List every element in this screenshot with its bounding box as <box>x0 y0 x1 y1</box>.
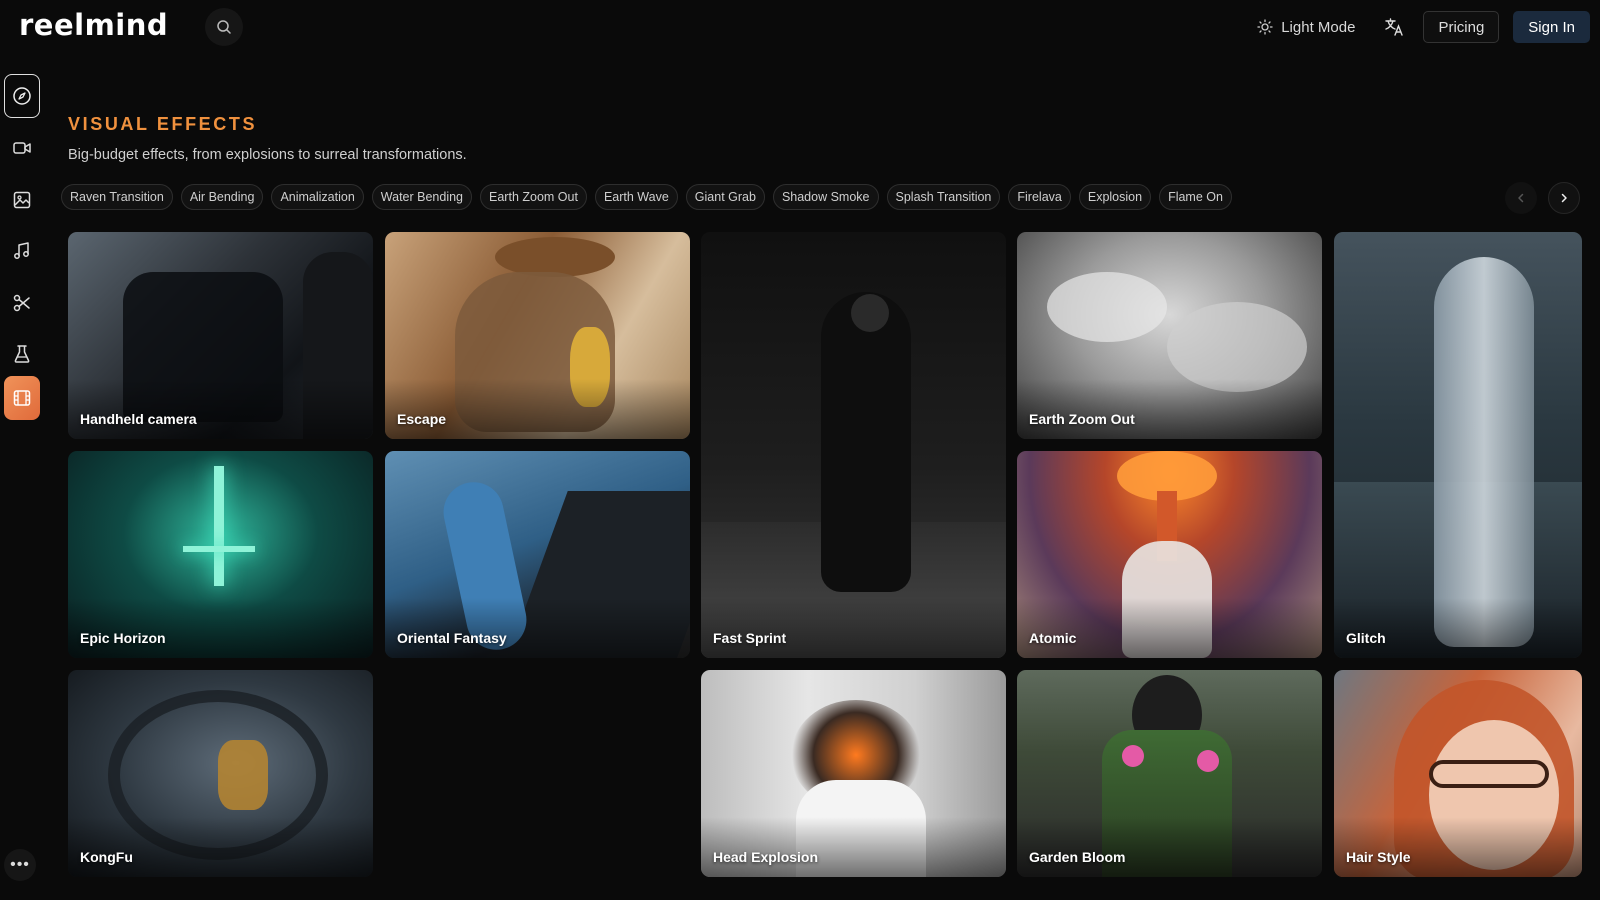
language-button[interactable] <box>1379 12 1409 42</box>
card-label: Head Explosion <box>713 849 819 865</box>
flask-icon <box>14 345 30 363</box>
search-icon <box>217 20 231 34</box>
header-actions: Light Mode Pricing Sign In <box>1247 11 1590 43</box>
top-header: reelmind Light Mode Pricing Sign In <box>0 0 1600 56</box>
sidebar-item-explore[interactable] <box>4 74 40 118</box>
section-title: VISUAL EFFECTS <box>68 114 258 134</box>
sidebar-item-music[interactable] <box>4 229 40 273</box>
card-shade <box>68 817 373 877</box>
effect-filter-chips: Raven Transition Air Bending Animalizati… <box>61 184 1232 210</box>
card-thumbnail <box>1434 257 1534 647</box>
card-label: Earth Zoom Out <box>1029 411 1135 427</box>
effect-card-garden-bloom[interactable]: Garden Bloom <box>1017 670 1322 877</box>
card-label: Handheld camera <box>80 411 197 427</box>
card-label: Atomic <box>1029 630 1077 646</box>
effect-card-atomic[interactable]: Atomic <box>1017 451 1322 658</box>
sun-icon <box>1257 19 1273 35</box>
film-effects-icon <box>13 390 31 406</box>
card-thumbnail <box>1429 760 1549 788</box>
section-subtitle: Big-budget effects, from explosions to s… <box>68 147 467 163</box>
more-button[interactable]: ••• <box>4 849 36 881</box>
effect-card-fast-sprint[interactable]: Fast Sprint <box>701 232 1006 658</box>
image-icon <box>13 191 31 209</box>
card-thumbnail <box>1122 745 1144 767</box>
card-label: Garden Bloom <box>1029 849 1126 865</box>
chevron-right-icon <box>1561 193 1567 203</box>
card-shade <box>68 379 373 439</box>
card-label: Epic Horizon <box>80 630 166 646</box>
card-thumbnail <box>851 294 889 332</box>
translate-icon <box>1385 18 1404 36</box>
chip-explosion[interactable]: Explosion <box>1078 184 1152 210</box>
chip-water-bending[interactable]: Water Bending <box>371 184 473 210</box>
effect-card-glitch[interactable]: Glitch <box>1334 232 1582 658</box>
card-shade <box>1334 817 1582 877</box>
card-shade <box>1334 598 1582 658</box>
chip-shadow-smoke[interactable]: Shadow Smoke <box>772 184 879 210</box>
effect-card-escape[interactable]: Escape <box>385 232 690 439</box>
search-button[interactable] <box>205 8 243 46</box>
chips-prev-button[interactable] <box>1505 182 1537 214</box>
card-shade <box>701 598 1006 658</box>
card-thumbnail <box>495 237 615 277</box>
chips-next-button[interactable] <box>1548 182 1580 214</box>
chip-animalization[interactable]: Animalization <box>271 184 364 210</box>
sidebar-item-effects[interactable] <box>4 376 40 420</box>
chip-splash-transition[interactable]: Splash Transition <box>886 184 1001 210</box>
pricing-button[interactable]: Pricing <box>1423 11 1500 43</box>
chip-flame-on[interactable]: Flame On <box>1159 184 1232 210</box>
chip-air-bending[interactable]: Air Bending <box>180 184 264 210</box>
effect-card-head-explosion[interactable]: Head Explosion <box>701 670 1006 877</box>
card-thumbnail <box>821 292 911 592</box>
music-note-icon <box>14 242 29 259</box>
chip-earth-wave[interactable]: Earth Wave <box>594 184 678 210</box>
card-shade <box>1017 379 1322 439</box>
card-thumbnail <box>1047 272 1167 342</box>
chip-firelava[interactable]: Firelava <box>1008 184 1071 210</box>
card-label: Escape <box>397 411 447 427</box>
light-mode-toggle[interactable]: Light Mode <box>1247 19 1365 36</box>
sidebar-item-lab[interactable] <box>4 332 40 376</box>
effect-card-hair-style[interactable]: Hair Style <box>1334 670 1582 877</box>
effect-card-handheld-camera[interactable]: Handheld camera <box>68 232 373 439</box>
compass-icon <box>13 87 31 105</box>
card-shade <box>1017 817 1322 877</box>
card-thumbnail <box>218 740 268 810</box>
card-label: Oriental Fantasy <box>397 630 507 646</box>
effect-card-oriental-fantasy[interactable]: Oriental Fantasy <box>385 451 690 658</box>
card-label: Glitch <box>1346 630 1386 646</box>
sidebar-item-video[interactable] <box>4 126 40 170</box>
effect-card-epic-horizon[interactable]: Epic Horizon <box>68 451 373 658</box>
chip-raven-transition[interactable]: Raven Transition <box>61 184 173 210</box>
card-shade <box>68 598 373 658</box>
card-shade <box>1017 598 1322 658</box>
card-label: Hair Style <box>1346 849 1411 865</box>
video-camera-icon <box>13 142 31 154</box>
card-shade <box>385 379 690 439</box>
card-shade <box>701 817 1006 877</box>
card-label: KongFu <box>80 849 133 865</box>
chevron-left-icon <box>1518 193 1524 203</box>
reelmind-logo[interactable]: reelmind <box>19 8 168 42</box>
card-label: Fast Sprint <box>713 630 787 646</box>
card-thumbnail <box>1197 750 1219 772</box>
card-thumbnail <box>183 546 255 552</box>
effect-card-kongfu[interactable]: KongFu <box>68 670 373 877</box>
scissors-icon <box>13 294 30 312</box>
sign-in-button[interactable]: Sign In <box>1513 11 1590 43</box>
chip-giant-grab[interactable]: Giant Grab <box>685 184 765 210</box>
sidebar-item-edit[interactable] <box>4 281 40 325</box>
effect-card-earth-zoom-out[interactable]: Earth Zoom Out <box>1017 232 1322 439</box>
card-shade <box>385 598 690 658</box>
card-thumbnail <box>214 466 224 586</box>
sidebar-item-image[interactable] <box>4 178 40 222</box>
chip-earth-zoom-out[interactable]: Earth Zoom Out <box>480 184 587 210</box>
light-mode-label: Light Mode <box>1281 18 1356 36</box>
